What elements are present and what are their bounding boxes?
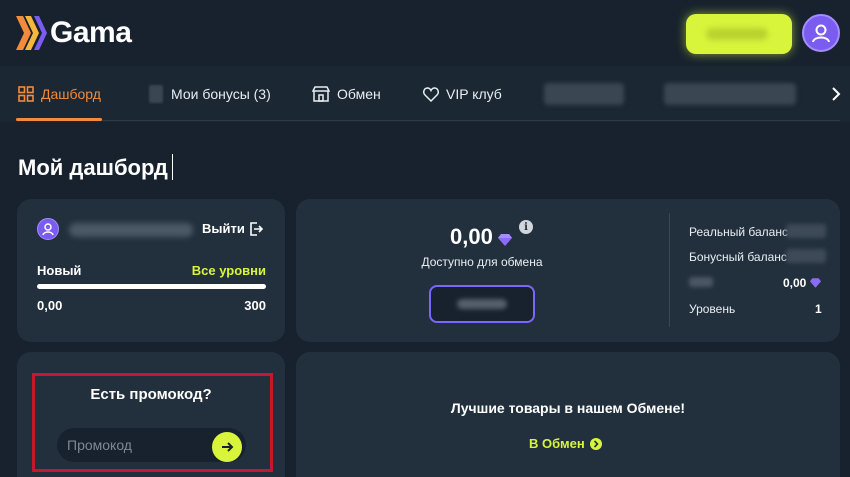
tab-exchange[interactable]: Обмен <box>312 66 381 122</box>
chevrons-logo-icon <box>16 16 47 50</box>
tab-label: Обмен <box>337 86 381 102</box>
info-icon[interactable]: i <box>519 220 533 234</box>
logout-label: Выйти <box>202 221 245 236</box>
level-progress-bar <box>37 284 266 289</box>
tab-label: Дашборд <box>41 86 101 102</box>
tab-vip-club[interactable]: VIP клуб <box>423 66 502 122</box>
balance-card: 0,00 i Доступно для обмена Реальный бала… <box>296 199 840 342</box>
tab-blurred-1[interactable] <box>544 66 624 122</box>
logout-button[interactable]: Выйти <box>202 221 263 236</box>
go-to-exchange-link[interactable]: В Обмен <box>529 436 602 451</box>
chevron-right-icon[interactable] <box>826 84 846 104</box>
real-balance-label: Реальный баланс <box>689 225 788 239</box>
blurred-button-label <box>457 299 507 309</box>
gem-icon <box>810 278 822 288</box>
tabs-divider <box>16 120 840 121</box>
go-to-exchange-label: В Обмен <box>529 436 585 451</box>
user-avatar <box>37 218 59 240</box>
tab-blurred-2[interactable] <box>664 66 796 122</box>
highlight-frame <box>32 373 273 472</box>
vertical-divider <box>669 213 670 327</box>
logo-text: Gama <box>50 16 132 49</box>
top-header: Gama <box>0 0 850 66</box>
logo[interactable]: Gama <box>16 14 132 52</box>
shop-icon <box>312 86 330 102</box>
exchange-button[interactable] <box>429 285 535 323</box>
exchange-amount: 0,00 <box>450 224 493 249</box>
blurred-button-label <box>706 28 768 40</box>
blurred-real-balance <box>786 224 826 238</box>
tab-dashboard[interactable]: Дашборд <box>18 66 101 122</box>
user-avatar-icon <box>42 223 54 236</box>
blurred-tab-content <box>544 83 624 105</box>
page-title: Мой дашборд <box>18 155 168 180</box>
text-cursor <box>172 154 173 180</box>
header-action-button[interactable] <box>686 14 792 54</box>
level-label: Уровень <box>689 302 736 316</box>
user-avatar-icon <box>812 24 830 43</box>
blurred-coin-label <box>689 277 713 287</box>
progress-min-value: 0,00 <box>37 298 63 313</box>
blurred-tab-content <box>664 83 796 105</box>
blurred-bonus-balance <box>786 249 826 263</box>
shop-promo-card: Лучшие товары в нашем Обмене! В Обмен <box>296 352 840 477</box>
all-levels-link[interactable]: Все уровни <box>192 263 266 278</box>
bonus-balance-label: Бонусный баланс <box>689 250 787 264</box>
user-level-card: Выйти Новый Все уровни 0,00 300 <box>17 199 285 342</box>
coin-balance: 0,00 <box>783 276 822 290</box>
gem-icon <box>497 234 512 246</box>
tab-label: VIP клуб <box>446 86 502 102</box>
logout-icon <box>250 221 263 236</box>
shop-promo-title: Лучшие товары в нашем Обмене! <box>450 400 686 416</box>
arrow-circle-right-icon <box>589 437 602 450</box>
exchange-amount-row: 0,00 <box>450 224 512 250</box>
progress-max-value: 300 <box>244 298 266 313</box>
blurred-username <box>69 223 193 237</box>
level-value: 1 <box>815 302 822 316</box>
active-tab-indicator <box>16 118 102 121</box>
gift-icon <box>149 85 163 103</box>
user-avatar-button[interactable] <box>802 14 840 52</box>
current-level-name: Новый <box>37 263 82 278</box>
tab-label: Мои бонусы (3) <box>171 86 271 102</box>
heart-icon <box>423 86 439 102</box>
dashboard-grid-icon <box>18 86 34 102</box>
available-for-exchange-label: Доступно для обмена <box>421 255 543 269</box>
tab-my-bonuses[interactable]: Мои бонусы (3) <box>148 66 271 122</box>
main-tabs: Дашборд Мои бонусы (3) Обмен VIP клуб <box>0 66 850 122</box>
coin-balance-value: 0,00 <box>783 276 807 290</box>
